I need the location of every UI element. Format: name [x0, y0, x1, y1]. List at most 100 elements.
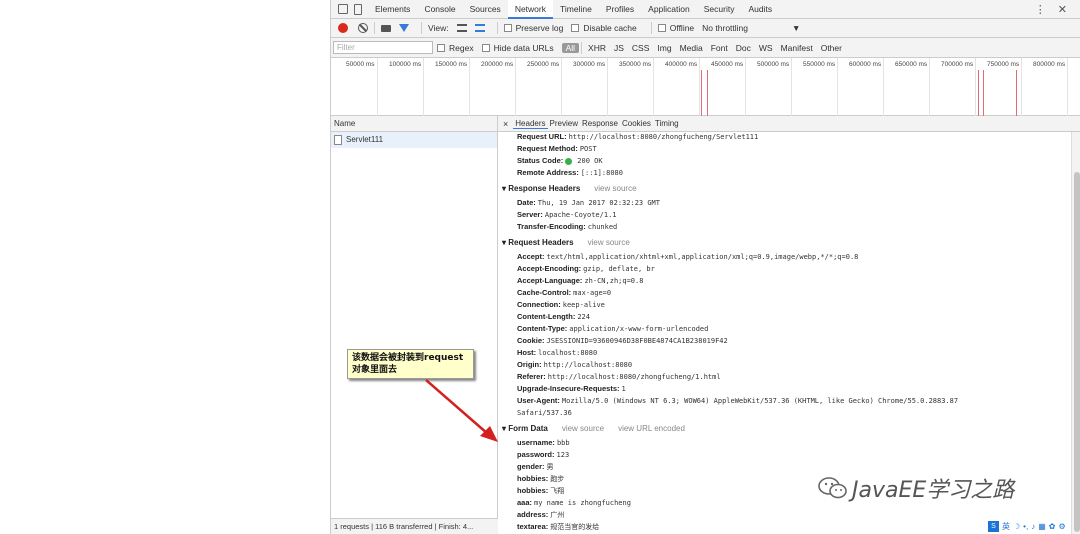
large-rows-icon[interactable] [456, 24, 467, 32]
name-column-header[interactable]: Name [331, 116, 497, 132]
tab-timing[interactable]: Timing [653, 119, 681, 128]
details-scrollbar[interactable] [1071, 132, 1080, 534]
ime-language[interactable]: 英 [1002, 521, 1010, 532]
offline-checkbox[interactable]: Offline [657, 23, 695, 33]
header-row: Accept: text/html,application/xhtml+xml,a… [517, 252, 859, 261]
filter-icon[interactable] [399, 24, 409, 32]
close-devtools-icon[interactable]: ✕ [1058, 3, 1067, 16]
offline-label: Offline [669, 23, 695, 33]
skin-icon[interactable]: ✿ [1049, 522, 1056, 531]
tab-console[interactable]: Console [417, 0, 462, 19]
network-overview-timeline[interactable]: 50000 ms 100000 ms 150000 ms 200000 ms 2… [331, 58, 1080, 116]
timeline-gridline [883, 58, 884, 116]
request-row[interactable]: Servlet111 [331, 132, 497, 148]
tab-audits[interactable]: Audits [741, 0, 779, 19]
callout-line: 对象里面去 [352, 365, 398, 375]
header-row: Remote Address: [::1]:8080 [517, 168, 623, 177]
punctuation-icon[interactable]: •, [1023, 522, 1028, 531]
tab-security[interactable]: Security [697, 0, 742, 19]
tab-sources[interactable]: Sources [463, 0, 508, 19]
tab-preview[interactable]: Preview [548, 119, 580, 128]
filter-input[interactable]: Filter [333, 41, 433, 54]
filter-type-css[interactable]: CSS [628, 43, 653, 53]
form-data-section[interactable]: ▾ Form Data view source view URL encoded [502, 424, 685, 433]
timeline-tick: 100000 ms [389, 61, 422, 68]
moon-icon[interactable]: ☽ [1013, 522, 1020, 531]
throttling-select[interactable]: No throttling ▼ [702, 23, 800, 33]
filter-type-xhr[interactable]: XHR [584, 43, 610, 53]
form-data-row: username: bbb [517, 438, 570, 447]
header-row: Content-Length: 224 [517, 312, 590, 321]
header-row: Referer: http://localhost:8080/zhongfuche… [517, 372, 721, 381]
filter-type-font[interactable]: Font [707, 43, 732, 53]
header-row: User-Agent: Mozilla/5.0 (Windows NT 6.3; … [517, 396, 959, 405]
toolbar-divider [421, 22, 422, 34]
response-headers-section[interactable]: ▾ Response Headers view source [502, 184, 637, 193]
form-data-row: gender: 男 [517, 462, 554, 471]
throttling-value: No throttling [702, 23, 749, 33]
timeline-gridline [837, 58, 838, 116]
tab-cookies[interactable]: Cookies [620, 119, 653, 128]
callout-line: 该数据会被封装到request [352, 353, 464, 363]
tab-application[interactable]: Application [641, 0, 697, 19]
filter-type-doc[interactable]: Doc [732, 43, 755, 53]
filter-type-js[interactable]: JS [610, 43, 628, 53]
record-icon[interactable] [338, 23, 348, 33]
regex-checkbox[interactable]: Regex [437, 43, 474, 53]
close-details-icon[interactable]: × [498, 119, 513, 129]
ime-icon[interactable]: S [988, 521, 999, 532]
wechat-icon [818, 477, 847, 499]
preserve-log-checkbox[interactable]: Preserve log [503, 23, 563, 33]
view-source-link[interactable]: view source [562, 424, 604, 433]
clear-icon[interactable] [358, 23, 368, 33]
inspect-element-icon[interactable] [338, 4, 348, 14]
timeline-tick: 250000 ms [527, 61, 560, 68]
camera-icon[interactable] [381, 24, 391, 32]
document-icon [334, 135, 342, 145]
waterfall-icon[interactable] [474, 24, 485, 32]
request-headers-section[interactable]: ▾ Request Headers view source [502, 238, 630, 247]
system-tray: S 英 ☽ •, ♪ ▦ ✿ ⚙ [988, 519, 1080, 534]
timeline-tick: 750000 ms [987, 61, 1020, 68]
disable-cache-checkbox[interactable]: Disable cache [571, 23, 637, 33]
header-row: Cache-Control: max-age=0 [517, 288, 612, 297]
header-row: Server: Apache-Coyote/1.1 [517, 210, 617, 219]
header-row: Origin: http://localhost:8080 [517, 360, 633, 369]
tab-network[interactable]: Network [507, 0, 553, 19]
header-row: Content-Type: application/x-www-form-urle… [517, 324, 709, 333]
tab-timeline[interactable]: Timeline [553, 0, 599, 19]
timeline-gridline [699, 58, 700, 116]
filter-type-manifest[interactable]: Manifest [777, 43, 817, 53]
timeline-tick: 350000 ms [619, 61, 652, 68]
timeline-gridline [561, 58, 562, 116]
view-url-encoded-link[interactable]: view URL encoded [618, 424, 685, 433]
tab-elements[interactable]: Elements [368, 0, 417, 19]
tab-profiles[interactable]: Profiles [599, 0, 641, 19]
keyboard-icon[interactable]: ▦ [1038, 522, 1046, 531]
form-data-row: password: 123 [517, 450, 570, 459]
timeline-gridline [423, 58, 424, 116]
mic-icon[interactable]: ♪ [1031, 522, 1035, 531]
timeline-event-marker [1016, 70, 1017, 116]
view-source-link[interactable]: view source [588, 238, 630, 247]
header-row: Host: localhost:8080 [517, 348, 598, 357]
filter-type-all[interactable]: All [561, 42, 580, 53]
scrollbar-thumb[interactable] [1074, 172, 1080, 532]
filter-type-other[interactable]: Other [817, 43, 846, 53]
filter-type-ws[interactable]: WS [755, 43, 777, 53]
more-menu-icon[interactable]: ⋮ [1035, 3, 1046, 16]
filter-bar: Filter Regex Hide data URLs All XHR JS C… [331, 38, 1080, 58]
settings-gear-icon[interactable]: ⚙ [1058, 522, 1065, 531]
header-row: Request Method: POST [517, 144, 597, 153]
tab-headers[interactable]: Headers [513, 119, 548, 129]
annotation-arrow-icon [425, 379, 498, 442]
hide-data-urls-checkbox[interactable]: Hide data URLs [481, 43, 554, 53]
device-toolbar-icon[interactable] [354, 3, 362, 15]
filter-type-img[interactable]: Img [653, 43, 675, 53]
tab-response[interactable]: Response [580, 119, 620, 128]
timeline-tick: 500000 ms [757, 61, 790, 68]
watermark: JavaEE学习之路 [818, 472, 1014, 504]
view-source-link[interactable]: view source [594, 184, 636, 193]
filter-type-media[interactable]: Media [676, 43, 707, 53]
header-row: Date: Thu, 19 Jan 2017 02:32:23 GMT [517, 198, 660, 207]
